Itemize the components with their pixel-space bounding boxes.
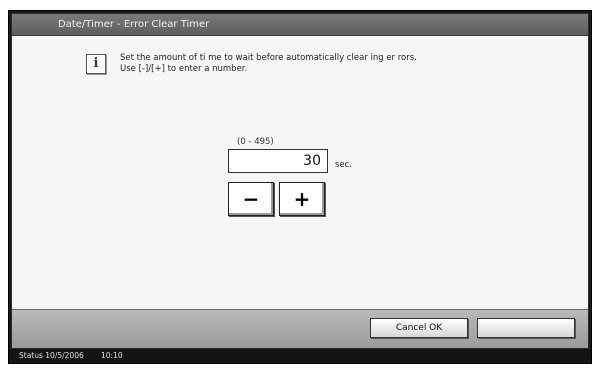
timer-value-field[interactable]: 30 <box>228 149 328 173</box>
status-bar: Status 10/5/2006 10:10 <box>9 349 591 363</box>
content-area: i Set the amount of ti me to wait before… <box>12 36 588 310</box>
footer-bar: Cancel OK <box>12 309 588 348</box>
instruction-line-2: Use [-]/[+] to enter a number. <box>120 64 248 74</box>
blank-button[interactable] <box>477 318 575 338</box>
info-icon: i <box>86 54 106 74</box>
decrement-button[interactable]: − <box>228 182 274 216</box>
cancel-ok-button[interactable]: Cancel OK <box>370 318 468 338</box>
title-bar: Date/Timer - Error Clear Timer <box>12 14 588 36</box>
dialog-panel: Date/Timer - Error Clear Timer i Set the… <box>11 13 589 349</box>
instruction-message: Set the amount of ti me to wait before a… <box>120 53 417 75</box>
instruction-line-1: Set the amount of ti me to wait before a… <box>120 53 417 63</box>
device-screen: Date/Timer - Error Clear Timer i Set the… <box>8 10 592 364</box>
unit-label: sec. <box>335 160 353 170</box>
range-label: (0 - 495) <box>237 137 274 147</box>
increment-button[interactable]: + <box>279 182 325 216</box>
status-time: 10:10 <box>101 351 123 360</box>
status-date: Status 10/5/2006 <box>19 351 84 360</box>
